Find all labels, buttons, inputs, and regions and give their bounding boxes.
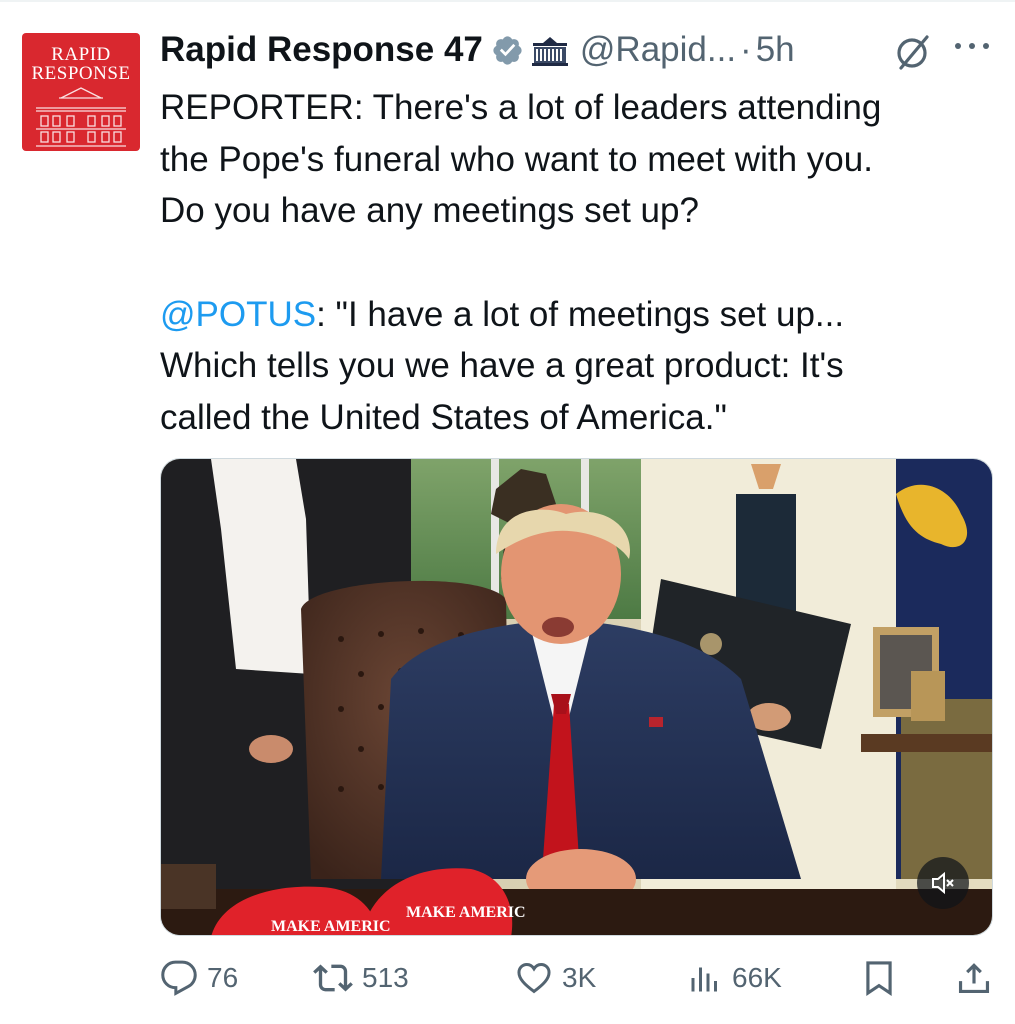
mute-button[interactable]	[917, 857, 969, 909]
tweet-text: REPORTER: There's a lot of leaders atten…	[160, 82, 1000, 443]
like-button[interactable]: 3K	[515, 955, 596, 1001]
display-name[interactable]: Rapid Response 47	[160, 30, 483, 70]
repost-count: 513	[362, 962, 409, 993]
tweet-line: Which tells you we have a great product:…	[160, 346, 844, 385]
views-button[interactable]: 66K	[687, 955, 782, 1001]
tweet-actions: 76 513 3K 66K	[160, 955, 1000, 1001]
hat-text: MAKE AMERIC	[406, 904, 526, 921]
top-divider	[0, 0, 1015, 2]
header-separator: ·	[740, 30, 752, 69]
tweet-video[interactable]: MAKE AMERIC MAKE AMERIC	[160, 458, 993, 936]
reply-icon	[161, 960, 197, 996]
account-handle[interactable]: @Rapid...	[580, 30, 736, 70]
white-house-logo	[36, 87, 126, 147]
verified-badge-icon[interactable]	[491, 34, 524, 67]
government-building-icon	[529, 33, 570, 67]
quote-text: : "I have a lot of meetings set up...	[316, 294, 845, 334]
bookmark-icon	[866, 961, 892, 997]
like-icon	[517, 963, 551, 994]
hat-text: MAKE AMERIC	[271, 918, 391, 935]
views-icon	[691, 967, 717, 992]
grok-icon[interactable]	[893, 32, 933, 77]
speaker-muted-icon	[932, 871, 954, 895]
tweet-line: @POTUS: "I have a lot of meetings set up…	[160, 289, 1000, 341]
potus-mention-link[interactable]: @POTUS	[160, 295, 316, 334]
share-icon	[958, 963, 990, 994]
reply-count: 76	[207, 962, 239, 993]
video-frame: MAKE AMERIC MAKE AMERIC	[161, 459, 992, 935]
reply-button[interactable]: 76	[160, 955, 238, 1001]
repost-icon	[313, 964, 353, 992]
tweet-line: called the United States of America."	[160, 397, 727, 437]
tweet-line: the Pope's funeral who want to meet with…	[160, 139, 873, 179]
share-button[interactable]	[955, 955, 993, 1001]
repost-button[interactable]: 513	[313, 955, 409, 1001]
tweet-line: Do you have any meetings set up?	[160, 191, 699, 230]
bookmark-button[interactable]	[860, 955, 898, 1001]
tweet-timestamp[interactable]: 5h	[756, 30, 795, 70]
tweet-header: Rapid Response 47 @Rapid... · 5h	[160, 27, 795, 73]
account-avatar[interactable]: RAPID RESPONSE	[22, 33, 140, 151]
avatar-text-line1: RAPID	[51, 44, 111, 65]
tweet-line: REPORTER: There's a lot of leaders atten…	[160, 88, 882, 127]
view-count: 66K	[732, 962, 782, 993]
more-icon[interactable]	[952, 36, 992, 61]
avatar-text-line2: RESPONSE	[31, 63, 131, 84]
like-count: 3K	[562, 962, 597, 993]
